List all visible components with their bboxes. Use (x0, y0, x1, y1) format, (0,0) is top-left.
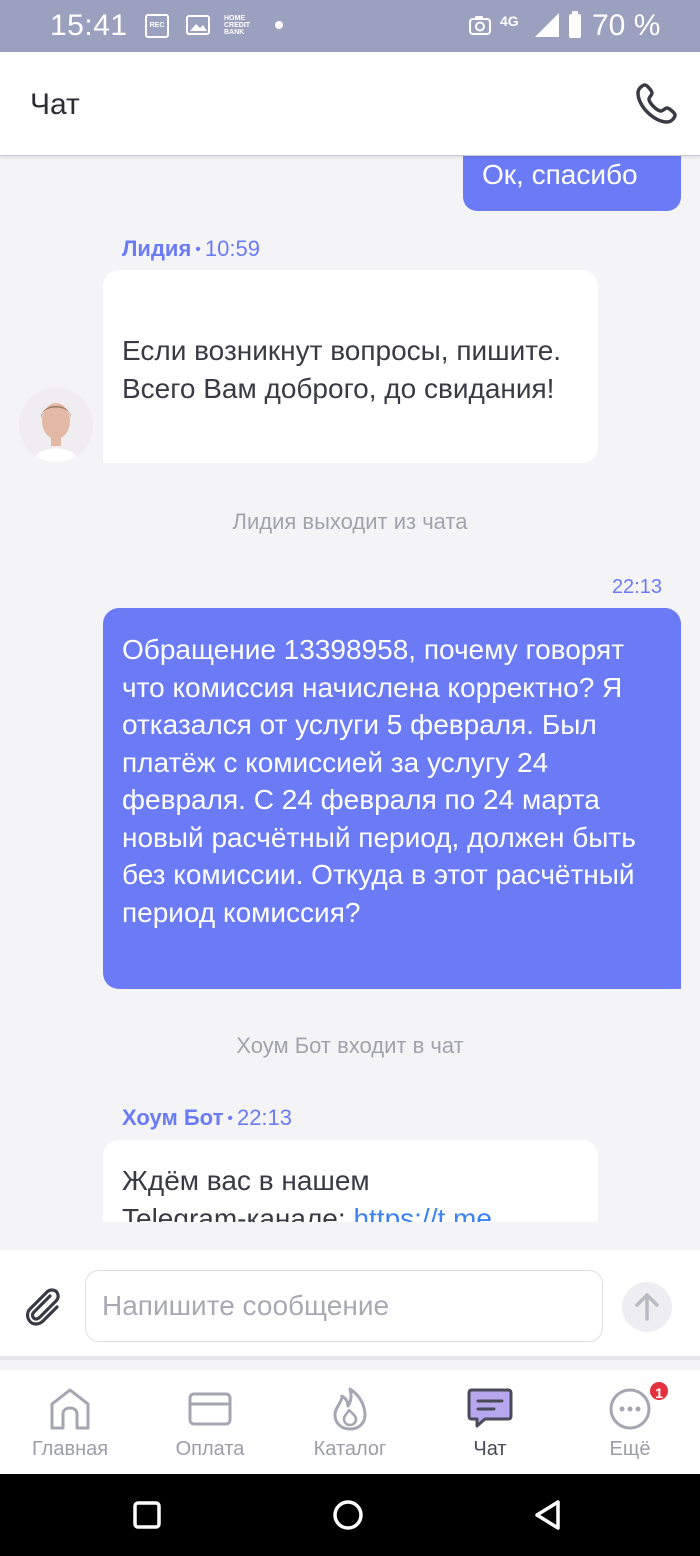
message-time: 22:13 (611, 576, 662, 598)
flame-icon (333, 1387, 367, 1431)
image-icon (186, 15, 210, 35)
system-nav-bar (0, 1474, 700, 1556)
battery-icon (569, 11, 581, 38)
nav-label: Главная (31, 1438, 109, 1460)
message-text: Ждём вас в нашем (122, 1165, 370, 1196)
arrow-up-icon (635, 1293, 659, 1321)
bank-notification-icon: HOME CREDIT BANK (224, 15, 251, 36)
status-time: 15:41 (50, 9, 128, 42)
agent-sender: Лидия • 10:59 (122, 236, 260, 261)
nav-label: Ещё (609, 1438, 651, 1460)
message-text: Обращение 13398958, почему говорят что к… (122, 634, 636, 928)
system-message: Хоум Бот входит в чат (236, 1033, 464, 1058)
bot-name: Хоум Бот (122, 1105, 224, 1130)
signal-icon (535, 13, 559, 37)
chat-messages[interactable]: Ок, спасибо Лидия • 10:59 Если возникнут в… (0, 156, 700, 1222)
paperclip-icon[interactable] (20, 1284, 64, 1328)
message-incoming: Если возникнут вопросы, пишите. Всего Ва… (103, 270, 598, 463)
bot-time: 22:13 (236, 1105, 293, 1130)
system-message: Лидия выходит из чата (232, 509, 468, 534)
nav-label: Каталог (313, 1438, 387, 1460)
nav-label: Чат (473, 1438, 507, 1460)
camera-icon (469, 16, 491, 35)
message-text: Если возникнут вопросы, пишите. Всего Ва… (122, 335, 562, 404)
nav-item-catalog[interactable]: Каталог (280, 1370, 420, 1474)
nav-item-payment[interactable]: Оплата (140, 1370, 280, 1474)
notification-badge: 1 (648, 1380, 670, 1402)
rec-icon: REC (145, 14, 169, 38)
nav-item-more[interactable]: 1 Ещё (560, 1370, 700, 1474)
send-button[interactable] (622, 1282, 672, 1332)
page-title: Чат (30, 88, 80, 121)
recents-icon[interactable] (122, 1490, 172, 1540)
home-button-icon[interactable] (323, 1490, 373, 1540)
agent-name: Лидия (122, 236, 192, 261)
telegram-link[interactable]: https://t.me (353, 1203, 492, 1223)
message-text: Ок, спасибо (482, 159, 638, 190)
phone-icon[interactable] (632, 80, 680, 128)
bot-sender: Хоум Бот • 22:13 (122, 1105, 293, 1130)
message-input[interactable] (85, 1270, 603, 1342)
bottom-nav: Главная Оплата Каталог Чат 1 Ещё (0, 1370, 700, 1474)
message-outgoing: Ок, спасибо (463, 156, 681, 211)
network-type: 4G (500, 13, 519, 29)
home-icon (50, 1388, 90, 1430)
nav-item-chat[interactable]: Чат (420, 1370, 560, 1474)
status-bar: 15:41 REC HOME CREDIT BANK 4G 70 % (0, 0, 700, 52)
chat-icon (467, 1388, 513, 1428)
battery-percent: 70 % (592, 9, 661, 42)
nav-label: Оплата (175, 1438, 245, 1460)
message-text-2: Telegram-канале: (122, 1202, 354, 1223)
avatar (19, 388, 93, 462)
back-icon[interactable] (524, 1490, 574, 1540)
message-incoming: Ждём вас в нашем Telegram-канале: https:… (103, 1140, 598, 1222)
message-composer (0, 1250, 700, 1360)
more-notifications-dot (275, 21, 283, 29)
header: Чат (0, 52, 700, 156)
agent-time: 10:59 (204, 236, 260, 261)
nav-item-home[interactable]: Главная (0, 1370, 140, 1474)
message-outgoing: Обращение 13398958, почему говорят что к… (103, 608, 681, 989)
card-icon (188, 1392, 232, 1426)
